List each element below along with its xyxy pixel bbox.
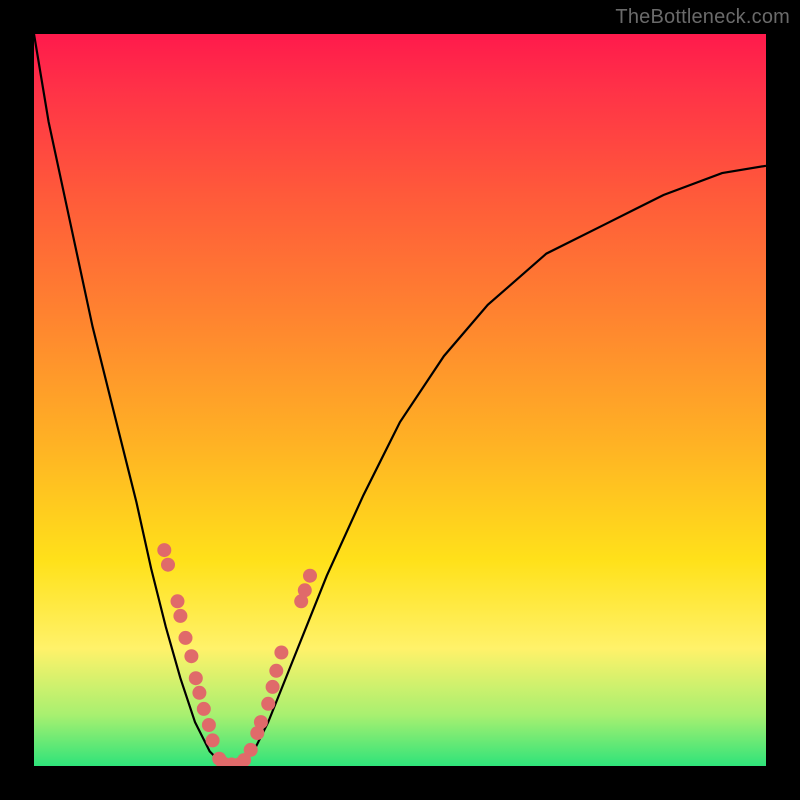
plot-area <box>34 34 766 766</box>
scatter-dot <box>269 664 283 678</box>
scatter-dot <box>261 697 275 711</box>
scatter-dot <box>192 686 206 700</box>
scatter-dot <box>197 702 211 716</box>
scatter-dot <box>298 583 312 597</box>
scatter-dot <box>266 680 280 694</box>
scatter-dot <box>244 743 258 757</box>
scatter-dot <box>173 609 187 623</box>
scatter-dot <box>254 715 268 729</box>
scatter-dot <box>171 594 185 608</box>
bottleneck-curve <box>34 34 766 766</box>
scatter-dot <box>161 558 175 572</box>
chart-frame: TheBottleneck.com <box>0 0 800 800</box>
scatter-markers <box>157 543 317 766</box>
scatter-dot <box>157 543 171 557</box>
watermark-text: TheBottleneck.com <box>615 6 790 29</box>
scatter-dot <box>303 569 317 583</box>
scatter-dot <box>189 671 203 685</box>
scatter-dot <box>274 646 288 660</box>
scatter-dot <box>179 631 193 645</box>
scatter-dot <box>202 718 216 732</box>
scatter-dot <box>184 649 198 663</box>
scatter-dot <box>206 733 220 747</box>
chart-svg <box>34 34 766 766</box>
